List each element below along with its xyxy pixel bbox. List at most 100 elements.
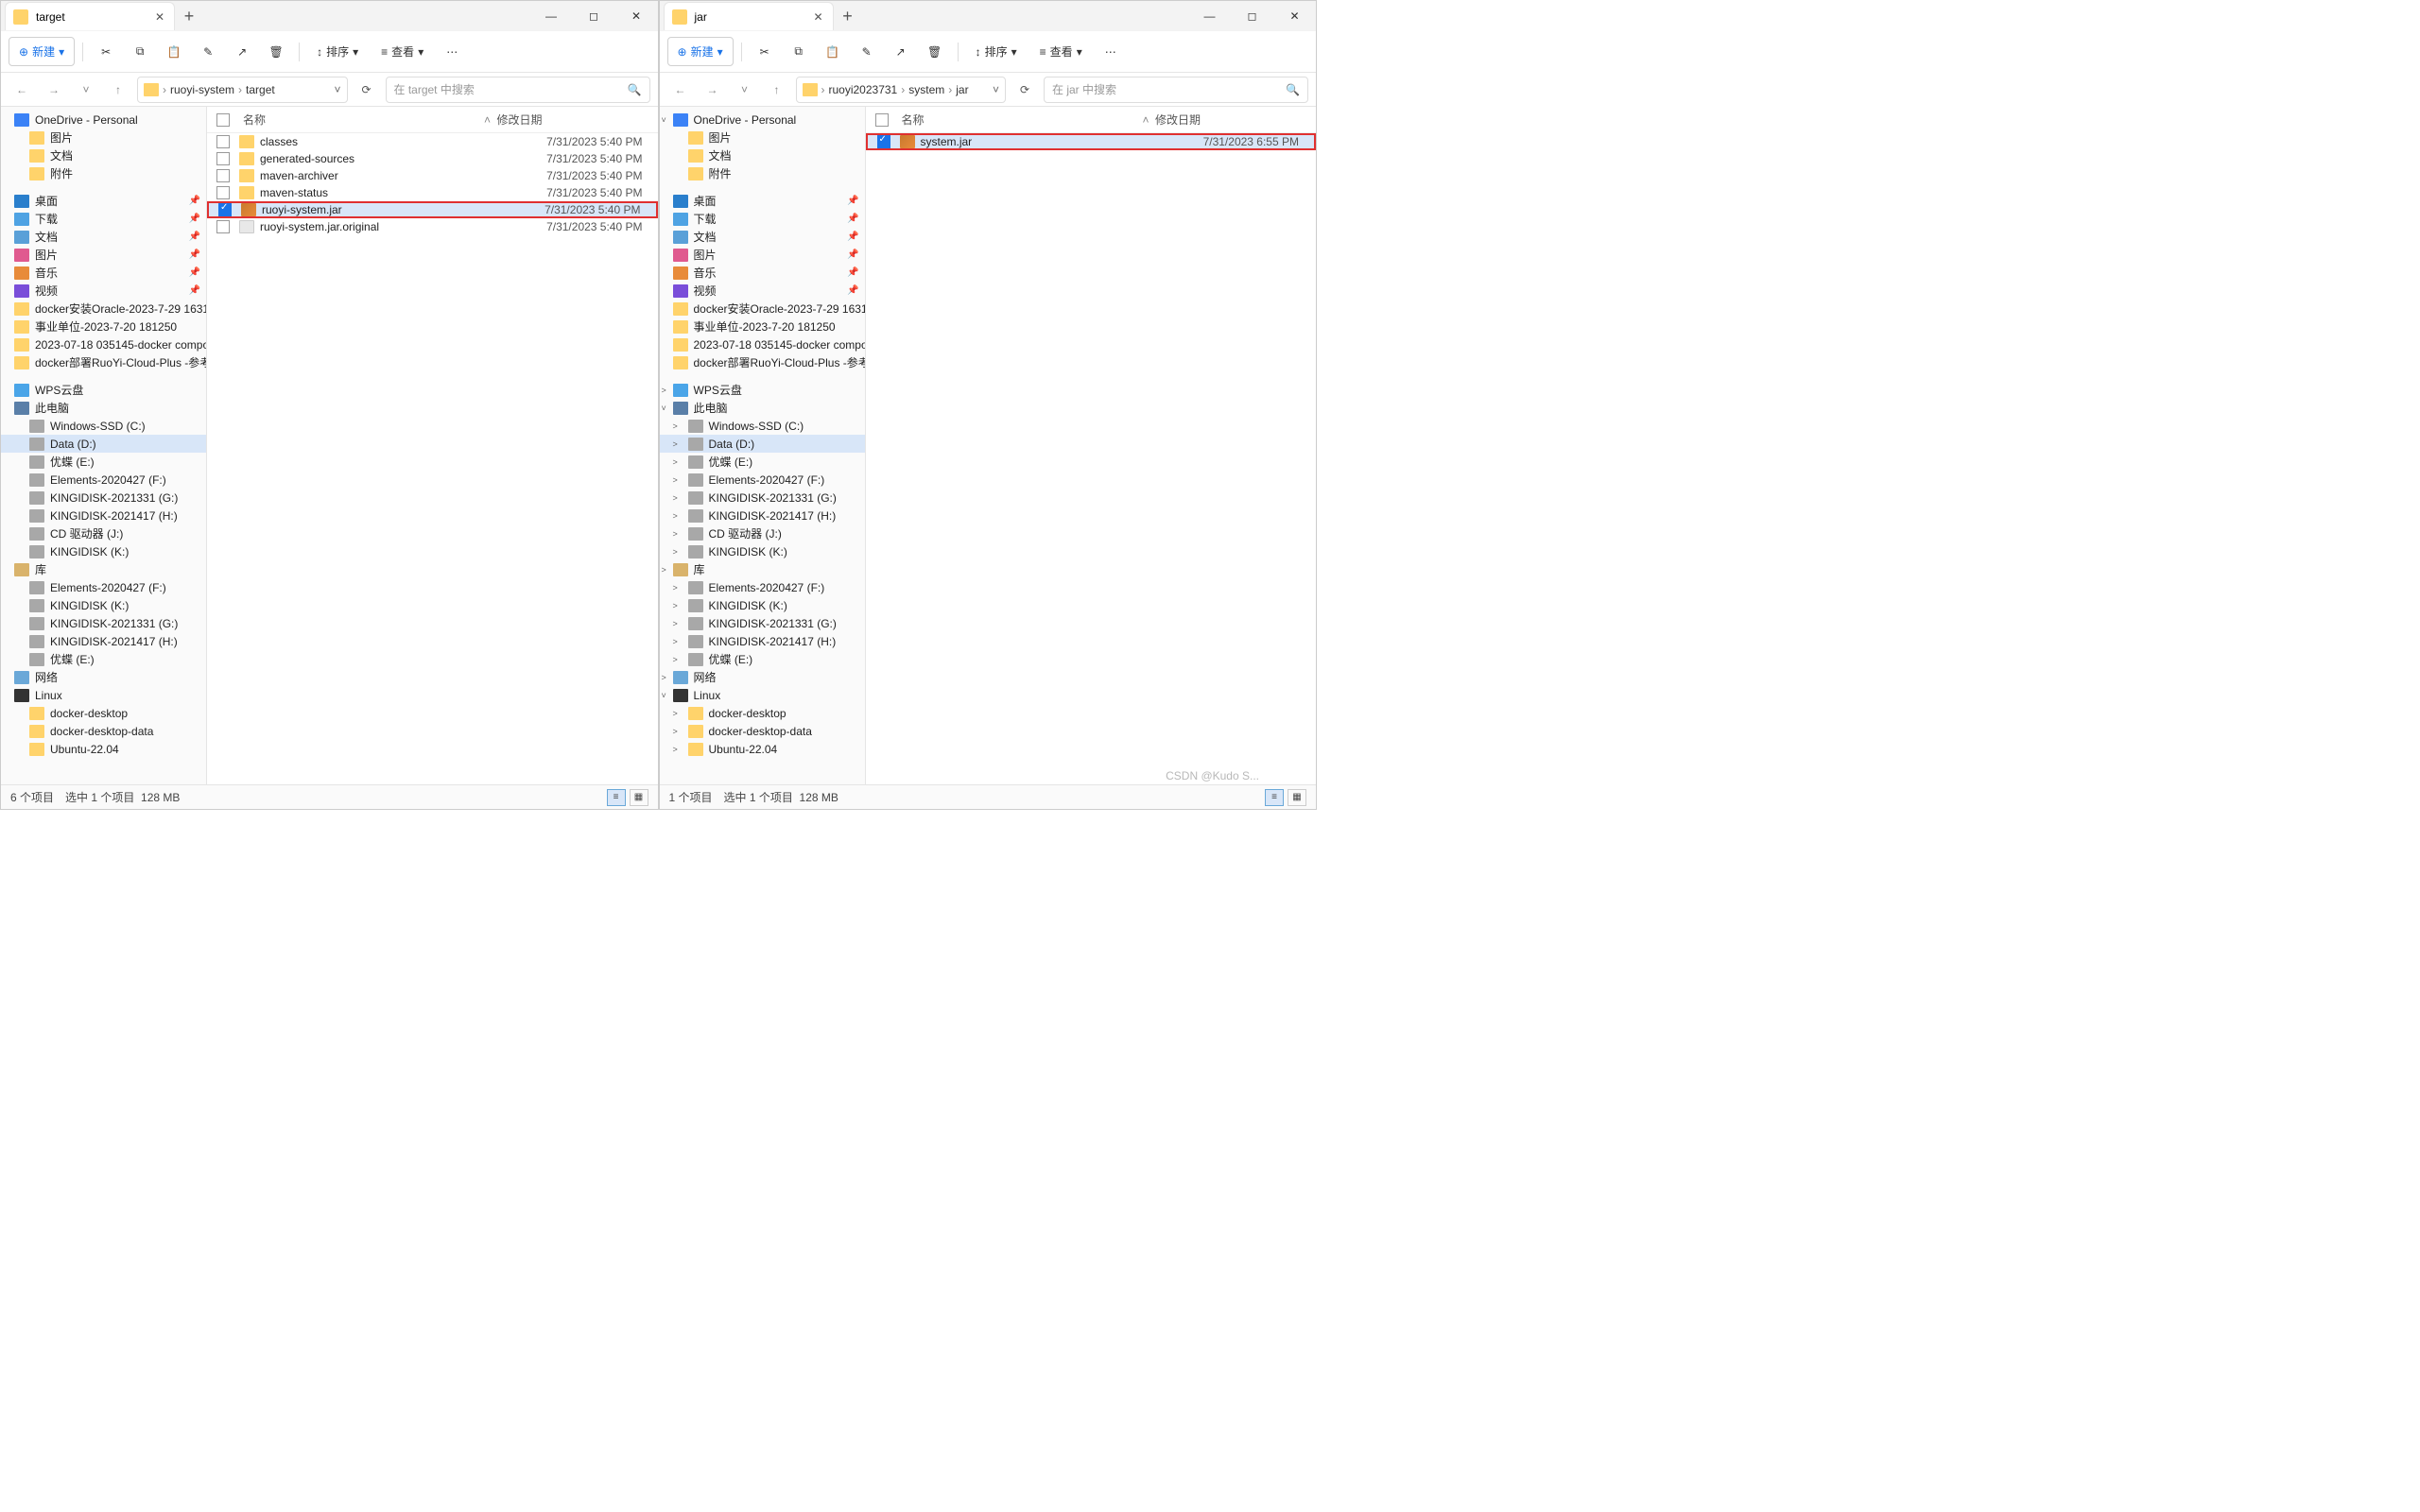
chevron-down-icon[interactable]: ˅: [993, 83, 999, 96]
sidebar-item-drive[interactable]: KINGIDISK-2021331 (G:): [1, 489, 206, 507]
sidebar-item[interactable]: ˃Ubuntu-22.04: [660, 740, 865, 758]
sidebar-item[interactable]: KINGIDISK-2021417 (H:): [1, 632, 206, 650]
share-icon[interactable]: ↗: [886, 40, 916, 64]
sidebar-item[interactable]: 图片: [660, 129, 865, 146]
up-button[interactable]: ↑: [764, 77, 790, 103]
sidebar-item[interactable]: 下载📌: [1, 210, 206, 228]
rename-icon[interactable]: ✎: [852, 40, 882, 64]
copy-icon[interactable]: ⧉: [784, 39, 814, 64]
sidebar-item[interactable]: 事业单位-2023-7-20 181250: [660, 318, 865, 335]
file-row[interactable]: ruoyi-system.jar7/31/2023 5:40 PM: [207, 201, 658, 218]
more-icon[interactable]: ⋯: [1096, 40, 1126, 64]
sidebar-item[interactable]: Ubuntu-22.04: [1, 740, 206, 758]
sidebar-item[interactable]: docker安装Oracle-2023-7-29 163134: [660, 300, 865, 318]
sidebar-item-net[interactable]: 网络: [1, 668, 206, 686]
details-view-button[interactable]: ≡: [607, 789, 626, 806]
close-button[interactable]: ✕: [615, 1, 658, 31]
sidebar-item-drive[interactable]: ˃Elements-2020427 (F:): [660, 471, 865, 489]
sidebar-item-drive[interactable]: KINGIDISK (K:): [1, 542, 206, 560]
sort-button[interactable]: ↕ 排序 ▾: [966, 38, 1027, 65]
sidebar-item[interactable]: ˃Elements-2020427 (F:): [660, 578, 865, 596]
sidebar-item-drive[interactable]: KINGIDISK-2021417 (H:): [1, 507, 206, 524]
column-date[interactable]: 修改日期: [497, 112, 648, 128]
sidebar-item-drive[interactable]: 优蝶 (E:): [1, 453, 206, 471]
sidebar[interactable]: ˅OneDrive - Personal图片文档附件桌面📌下载📌文档📌图片📌音乐…: [660, 107, 866, 784]
sidebar-item[interactable]: Elements-2020427 (F:): [1, 578, 206, 596]
sidebar[interactable]: OneDrive - Personal图片文档附件桌面📌下载📌文档📌图片📌音乐📌…: [1, 107, 207, 784]
minimize-button[interactable]: —: [1188, 1, 1231, 31]
rename-icon[interactable]: ✎: [193, 40, 223, 64]
sidebar-item-linux[interactable]: Linux: [1, 686, 206, 704]
chevron-down-icon[interactable]: ˅: [732, 77, 758, 103]
sidebar-item[interactable]: ˃优蝶 (E:): [660, 650, 865, 668]
breadcrumb-item[interactable]: jar: [956, 83, 968, 96]
minimize-button[interactable]: —: [530, 1, 573, 31]
sidebar-item[interactable]: docker-desktop-data: [1, 722, 206, 740]
sidebar-item[interactable]: 桌面📌: [660, 192, 865, 210]
sidebar-item[interactable]: docker部署RuoYi-Cloud-Plus -参考docl: [1, 353, 206, 371]
paste-icon[interactable]: 📋: [818, 40, 848, 64]
share-icon[interactable]: ↗: [227, 40, 257, 64]
sidebar-item[interactable]: 桌面📌: [1, 192, 206, 210]
close-icon[interactable]: ✕: [812, 10, 825, 24]
checkbox[interactable]: [216, 169, 230, 182]
file-row[interactable]: generated-sources7/31/2023 5:40 PM: [207, 150, 658, 167]
sidebar-item[interactable]: 文档: [1, 146, 206, 164]
icons-view-button[interactable]: ▦: [1288, 789, 1306, 806]
tab[interactable]: target ✕: [5, 2, 175, 30]
breadcrumb-item[interactable]: ruoyi2023731: [829, 83, 898, 96]
chevron-down-icon[interactable]: ˅: [334, 83, 340, 96]
sidebar-item[interactable]: 2023-07-18 035145-docker compose部: [660, 335, 865, 353]
sidebar-item-pc[interactable]: 此电脑: [1, 399, 206, 417]
new-tab-button[interactable]: +: [834, 7, 862, 26]
new-button[interactable]: ⊕ 新建 ▾: [9, 37, 75, 66]
select-all-checkbox[interactable]: [216, 113, 230, 127]
sidebar-item[interactable]: 视频📌: [660, 282, 865, 300]
sidebar-item[interactable]: 文档📌: [660, 228, 865, 246]
search-input[interactable]: 在 target 中搜索 🔍: [386, 77, 650, 103]
copy-icon[interactable]: ⧉: [125, 39, 155, 64]
sidebar-item[interactable]: 事业单位-2023-7-20 181250: [1, 318, 206, 335]
sidebar-item[interactable]: ˃docker-desktop-data: [660, 722, 865, 740]
sidebar-item[interactable]: 音乐📌: [1, 264, 206, 282]
close-icon[interactable]: ✕: [153, 10, 166, 24]
sidebar-item-wps[interactable]: WPS云盘: [1, 381, 206, 399]
sidebar-item-drive[interactable]: ˃KINGIDISK-2021331 (G:): [660, 489, 865, 507]
sidebar-item[interactable]: 图片📌: [660, 246, 865, 264]
refresh-button[interactable]: ⟳: [1011, 77, 1038, 103]
delete-icon[interactable]: 🗑: [920, 40, 950, 64]
sidebar-item[interactable]: 图片: [1, 129, 206, 146]
more-icon[interactable]: ⋯: [437, 40, 467, 64]
new-tab-button[interactable]: +: [175, 7, 203, 26]
column-name[interactable]: 名称: [898, 112, 1137, 128]
cut-icon[interactable]: ✂: [750, 40, 780, 64]
sidebar-item-pc[interactable]: ˅此电脑: [660, 399, 865, 417]
sidebar-item[interactable]: ˃KINGIDISK-2021417 (H:): [660, 632, 865, 650]
cut-icon[interactable]: ✂: [91, 40, 121, 64]
checkbox[interactable]: [216, 152, 230, 165]
file-row[interactable]: maven-archiver7/31/2023 5:40 PM: [207, 167, 658, 184]
sidebar-item-drive[interactable]: ˃Data (D:): [660, 435, 865, 453]
search-input[interactable]: 在 jar 中搜索 🔍: [1044, 77, 1308, 103]
column-date[interactable]: 修改日期: [1155, 112, 1306, 128]
sidebar-item-net[interactable]: ˃网络: [660, 668, 865, 686]
sidebar-item-drive[interactable]: Data (D:): [1, 435, 206, 453]
refresh-button[interactable]: ⟳: [354, 77, 380, 103]
sidebar-item[interactable]: ˃docker-desktop: [660, 704, 865, 722]
forward-button[interactable]: →: [700, 77, 726, 103]
sidebar-item-drive[interactable]: ˃Windows-SSD (C:): [660, 417, 865, 435]
back-button[interactable]: ←: [9, 77, 35, 103]
sidebar-item-drive[interactable]: ˃KINGIDISK (K:): [660, 542, 865, 560]
checkbox[interactable]: [216, 135, 230, 148]
close-button[interactable]: ✕: [1273, 1, 1316, 31]
sidebar-item-drive[interactable]: ˃KINGIDISK-2021417 (H:): [660, 507, 865, 524]
sidebar-item[interactable]: docker安装Oracle-2023-7-29 163134: [1, 300, 206, 318]
column-name[interactable]: 名称: [239, 112, 478, 128]
file-list[interactable]: classes7/31/2023 5:40 PMgenerated-source…: [207, 133, 658, 784]
sidebar-item[interactable]: docker-desktop: [1, 704, 206, 722]
sidebar-item[interactable]: KINGIDISK-2021331 (G:): [1, 614, 206, 632]
sidebar-item-drive[interactable]: ˃CD 驱动器 (J:): [660, 524, 865, 542]
sidebar-item-lib[interactable]: ˃库: [660, 560, 865, 578]
sidebar-item[interactable]: 文档: [660, 146, 865, 164]
breadcrumb[interactable]: › ruoyi-system › target ˅: [137, 77, 348, 103]
